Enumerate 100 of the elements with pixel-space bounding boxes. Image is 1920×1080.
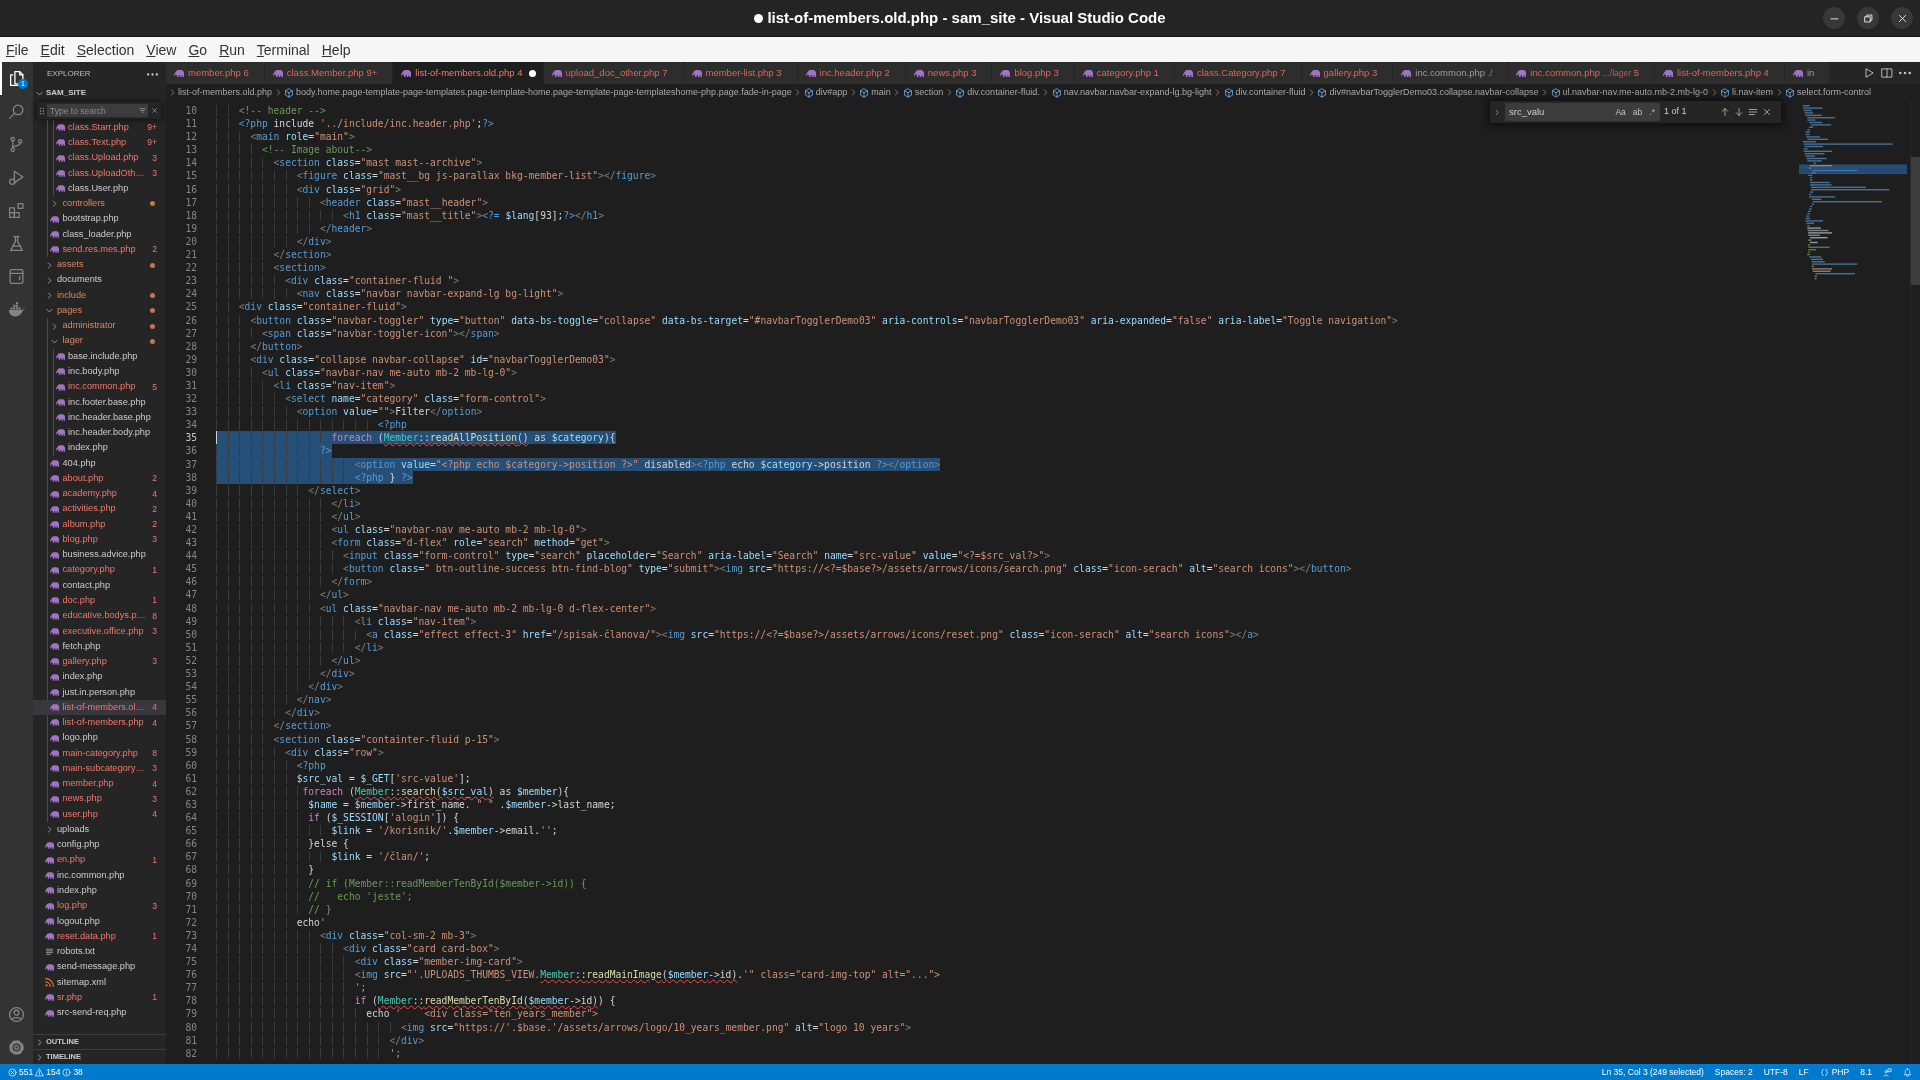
breadcrumb-item[interactable]: div#navbarTogglerDemo03.collapse.navbar-collapse [1317, 85, 1539, 100]
search-option-toggle[interactable]: Aa [1613, 105, 1628, 119]
close-icon[interactable] [1762, 107, 1772, 117]
menu-item[interactable]: View [146, 39, 177, 60]
info-icon[interactable] [62, 1067, 72, 1077]
tree-item[interactable]: assets [33, 257, 166, 273]
tree-item[interactable]: controllers [33, 196, 166, 212]
tree-item[interactable]: blog.php 3 [33, 532, 166, 548]
editor-tab[interactable]: member-list.php 3 [683, 62, 798, 84]
search-option-toggle[interactable]: ab [1630, 105, 1645, 119]
tree-item[interactable]: index.php [33, 440, 166, 456]
menu-item[interactable]: Terminal [256, 39, 310, 60]
editor-tab[interactable]: inc.header.php 2 [797, 62, 906, 84]
tree-item[interactable]: business.advice.php [33, 547, 166, 563]
editor-tab[interactable]: class.Category.php 7 [1175, 62, 1302, 84]
tree-item[interactable]: include [33, 287, 166, 304]
editor-tab[interactable]: category.php 1 [1074, 62, 1175, 84]
tree-item[interactable]: news.php 3 [33, 791, 166, 807]
tree-item[interactable]: en.php 1 [33, 852, 166, 868]
play-icon[interactable] [1863, 67, 1875, 79]
editor-tab[interactable]: news.php 3 [905, 62, 993, 84]
editor-tab[interactable]: gallery.php 3 [1301, 62, 1394, 84]
problem-count[interactable]: 154 [46, 1065, 61, 1079]
tree-item[interactable]: album.php 2 [33, 516, 166, 533]
editor-tab[interactable]: blog.php 3 [992, 62, 1075, 84]
minimize-button[interactable] [1823, 7, 1845, 29]
breadcrumb-item[interactable]: section [902, 85, 944, 100]
tree-item[interactable]: 404.php [33, 455, 166, 472]
breadcrumb-item[interactable]: nav.navbar.navbar-expand-lg.bg-light [1051, 85, 1212, 100]
tree-item[interactable]: about.php 2 [33, 471, 166, 487]
editor-tab[interactable]: list-of-members.old.php 4 [393, 62, 544, 84]
tree-item[interactable]: inc.common.php 5 [33, 379, 166, 395]
filter-field[interactable]: Type to search [47, 104, 148, 117]
tree-item[interactable]: inc.header.body.php [33, 425, 166, 441]
tree-item[interactable]: class.UploadOth… 3 [33, 165, 166, 182]
problem-count[interactable]: 551 [19, 1065, 34, 1079]
tree-item[interactable]: pages [33, 303, 166, 319]
tree-item[interactable]: robots.txt [33, 944, 166, 960]
tree-item[interactable]: academy.php 4 [33, 486, 166, 502]
more-icon[interactable] [147, 72, 158, 76]
tree-item[interactable]: index.php [33, 883, 166, 899]
problem-count[interactable]: 38 [73, 1065, 83, 1079]
search-option-toggle[interactable]: .* [1647, 105, 1657, 119]
tree-item[interactable]: fetch.php [33, 639, 166, 655]
tree-item[interactable]: class.Text.php 9+ [33, 135, 166, 151]
close-button[interactable] [1891, 7, 1913, 29]
editor-tab[interactable]: list-of-members.php 4 [1655, 62, 1785, 84]
tree-item[interactable]: sitemap.xml [33, 974, 166, 991]
tree-item[interactable]: class_loader.php [33, 226, 166, 243]
breadcrumb-item[interactable]: body.home.page-template-page-templates.page-template-home.page-template-page-templateshome-php.page.fade-in-page [284, 85, 792, 100]
tree-item[interactable]: list-of-members.php 4 [33, 715, 166, 731]
indentation-status[interactable]: Spaces: 2 [1714, 1065, 1753, 1079]
breadcrumb-item[interactable]: ul.navbar-nav.me-auto.mb-2.mb-lg-0 [1550, 85, 1708, 100]
line-ending-status[interactable]: LF [1798, 1065, 1809, 1079]
breadcrumb-item[interactable]: div.container-fluid. [955, 85, 1040, 100]
tree-item[interactable]: index.php [33, 669, 166, 685]
breadcrumb-item[interactable]: div#app [803, 85, 848, 100]
tree-item[interactable]: logo.php [33, 730, 166, 746]
menu-item[interactable]: Run [219, 39, 245, 60]
tree-item[interactable]: administrator [33, 318, 166, 334]
editor-tab[interactable]: inc.common.php .../lager 5 [1508, 62, 1655, 84]
warning-icon[interactable] [35, 1067, 45, 1077]
tree-item[interactable]: send-message.php [33, 959, 166, 975]
tree-item[interactable]: contact.php [33, 577, 166, 594]
editor-tab[interactable]: member.php 6 [166, 62, 265, 84]
tree-item[interactable]: sr.php 1 [33, 990, 166, 1006]
tree-item[interactable]: just.in.person.php [33, 684, 166, 701]
encoding-status[interactable]: UTF-8 [1763, 1065, 1788, 1079]
editor-tab[interactable]: upload_doc_other.php 7 [543, 62, 684, 84]
menu-item[interactable]: Edit [40, 39, 65, 60]
tree-item[interactable]: reset.data.php 1 [33, 929, 166, 945]
menu-item[interactable]: Selection [76, 39, 135, 60]
tree-item[interactable]: class.Starr.php 9+ [33, 120, 166, 136]
error-icon[interactable] [8, 1067, 17, 1077]
restore-button[interactable] [1857, 7, 1879, 29]
tree-item[interactable]: educative.bodys.p… 8 [33, 608, 166, 624]
tree-item[interactable]: category.php 1 [33, 562, 166, 578]
tree-item[interactable]: config.php [33, 837, 166, 853]
editor-tab[interactable]: inc.common.php ./ [1393, 62, 1509, 84]
language-mode[interactable]: PHP [1819, 1065, 1850, 1079]
chevron-right-icon[interactable] [1493, 107, 1501, 117]
tree-item[interactable]: gallery.php 3 [33, 654, 166, 670]
tree-item[interactable]: inc.footer.base.php [33, 394, 166, 411]
split-editor-icon[interactable] [1881, 67, 1893, 79]
tree-item[interactable]: log.php 3 [33, 898, 166, 914]
breadcrumb-item[interactable]: div.container-fluid [1223, 85, 1306, 100]
tree-item[interactable]: executive.office.php 3 [33, 623, 166, 640]
tree-item[interactable]: inc.common.php [33, 868, 166, 884]
drag-handle-icon[interactable] [40, 106, 44, 115]
tree-item[interactable]: send.res.mes.php 2 [33, 242, 166, 258]
breadcrumb-item[interactable]: main [859, 85, 891, 100]
section-header[interactable]: SAM_SITE [33, 86, 166, 100]
tree-item[interactable]: class.User.php [33, 181, 166, 197]
breadcrumb-item[interactable]: list-of-members.old.php [178, 85, 273, 100]
close-icon[interactable] [150, 106, 158, 115]
tree-item[interactable]: user.php 4 [33, 806, 166, 823]
breadcrumb-item[interactable]: li.nav-item [1720, 85, 1773, 100]
tree-item[interactable]: inc.header.base.php [33, 410, 166, 426]
breadcrumb-item[interactable]: select.form-control [1785, 85, 1872, 100]
filter-icon[interactable] [138, 106, 146, 115]
